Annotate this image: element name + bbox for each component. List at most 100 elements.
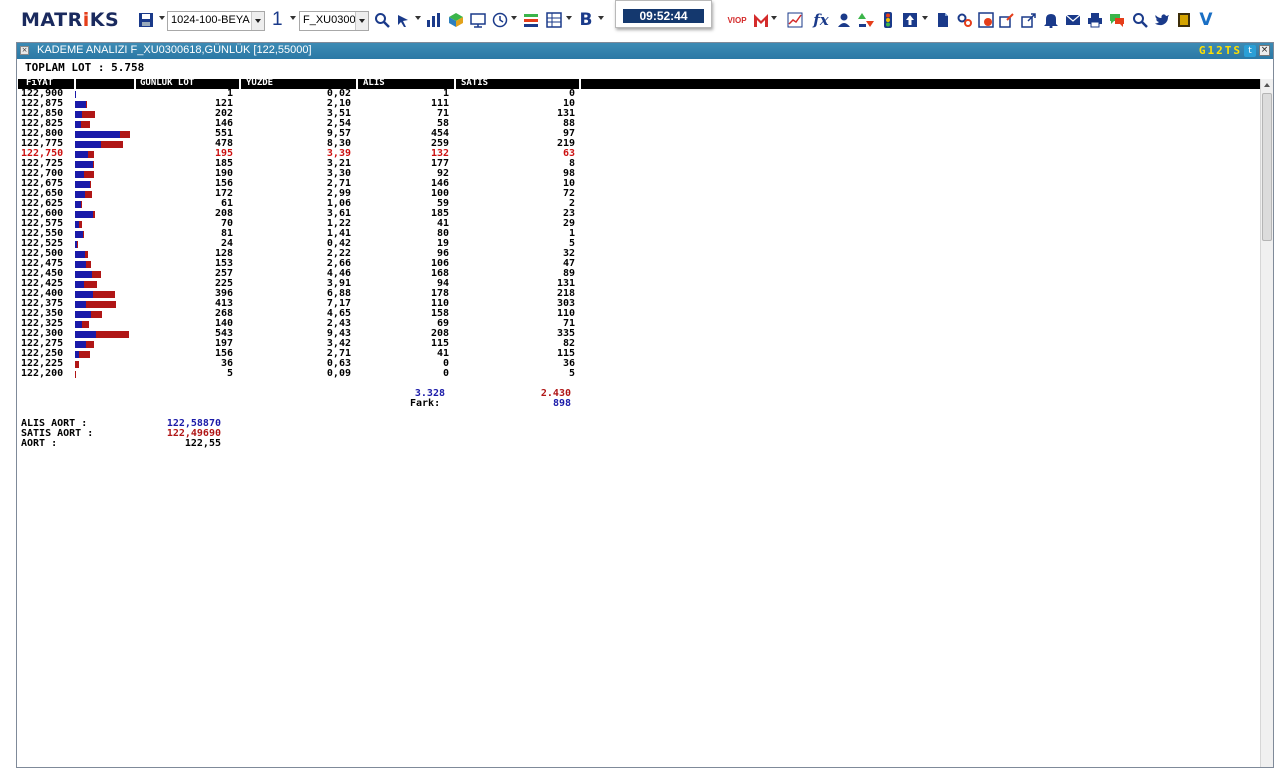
cube-icon[interactable] xyxy=(447,10,465,30)
table-row[interactable]: 122,200 5 0,09 0 5 xyxy=(17,369,597,379)
layout-select[interactable]: 1024-100-BEYA xyxy=(167,11,265,31)
table-row[interactable]: 122,750 195 3,39 132 63 xyxy=(17,149,597,159)
book-icon[interactable] xyxy=(1175,10,1193,30)
table-row[interactable]: 122,500 128 2,22 96 32 xyxy=(17,249,597,259)
buy-volume-bar xyxy=(75,111,82,118)
header-sell[interactable]: SATIS xyxy=(461,77,488,89)
table-row[interactable]: 122,850 202 3,51 71 131 xyxy=(17,109,597,119)
table-row[interactable]: 122,375 413 7,17 110 303 xyxy=(17,299,597,309)
sell-volume-bar xyxy=(93,211,95,218)
b-dropdown-arrow[interactable] xyxy=(598,16,604,20)
header-separator xyxy=(239,79,241,89)
table-row[interactable]: 122,575 70 1,22 41 29 xyxy=(17,219,597,229)
list-icon[interactable] xyxy=(522,10,540,30)
buy-volume-bar xyxy=(75,191,85,198)
monitor-icon[interactable] xyxy=(469,10,487,30)
page-number-label[interactable]: 1 xyxy=(272,9,283,31)
traffic-light-icon[interactable] xyxy=(879,10,897,30)
buy-volume-bar xyxy=(75,211,93,218)
window-twitter-icon[interactable]: t xyxy=(1244,45,1256,57)
cursor-icon[interactable] xyxy=(395,10,413,30)
scroll-thumb[interactable] xyxy=(1262,93,1272,241)
search-icon[interactable] xyxy=(1131,10,1149,30)
twitter-icon[interactable] xyxy=(1153,10,1171,30)
table-row[interactable]: 122,775 478 8,30 259 219 xyxy=(17,139,597,149)
alarm-edit-icon[interactable] xyxy=(977,10,995,30)
zoom-icon[interactable] xyxy=(373,10,391,30)
upload-icon[interactable] xyxy=(901,10,919,30)
up-down-icon[interactable] xyxy=(857,10,875,30)
table-row[interactable]: 122,725 185 3,21 177 8 xyxy=(17,159,597,169)
window-edit-icon[interactable] xyxy=(998,10,1016,30)
table-row[interactable]: 122,400 396 6,88 178 218 xyxy=(17,289,597,299)
mail-icon[interactable] xyxy=(1064,10,1082,30)
window-menu-icon[interactable]: × xyxy=(20,46,29,55)
table-row[interactable]: 122,300 543 9,43 208 335 xyxy=(17,329,597,339)
clock-dropdown-arrow[interactable] xyxy=(511,16,517,20)
table-icon[interactable] xyxy=(545,10,563,30)
table-row[interactable]: 122,475 153 2,66 106 47 xyxy=(17,259,597,269)
buy-volume-bar xyxy=(75,181,90,188)
window-tags[interactable]: G12TS xyxy=(1199,44,1242,57)
header-separator xyxy=(356,79,358,89)
gears-icon[interactable] xyxy=(956,10,974,30)
table-row[interactable]: 122,825 146 2,54 58 88 xyxy=(17,119,597,129)
table-row[interactable]: 122,425 225 3,91 94 131 xyxy=(17,279,597,289)
vertical-scrollbar[interactable] xyxy=(1260,79,1273,767)
sell-volume-bar xyxy=(88,151,94,158)
sell-volume-bar xyxy=(93,291,115,298)
cursor-dropdown-arrow[interactable] xyxy=(415,16,421,20)
buy-volume-bar xyxy=(75,301,86,308)
print-icon[interactable] xyxy=(1086,10,1104,30)
line-chart-icon[interactable] xyxy=(786,10,804,30)
row-buy: 0 xyxy=(442,368,449,379)
buy-volume-bar xyxy=(75,321,82,328)
table-row[interactable]: 122,250 156 2,71 41 115 xyxy=(17,349,597,359)
average-value: 122,55 xyxy=(184,438,221,449)
upload-dropdown-arrow[interactable] xyxy=(922,16,928,20)
b-icon[interactable]: B xyxy=(577,10,595,30)
m-logo-icon[interactable] xyxy=(752,10,770,30)
table-row[interactable]: 122,675 156 2,71 146 10 xyxy=(17,179,597,189)
user-icon[interactable] xyxy=(835,10,853,30)
header-buy[interactable]: ALIS xyxy=(363,77,385,89)
table-row[interactable]: 122,875 121 2,10 111 10 xyxy=(17,99,597,109)
chat-icon[interactable] xyxy=(1108,10,1126,30)
fx-icon[interactable]: fx xyxy=(812,10,830,30)
header-lot[interactable]: GUNLUK LOT xyxy=(140,77,194,89)
save-icon[interactable] xyxy=(137,10,155,30)
table-row[interactable]: 122,350 268 4,65 158 110 xyxy=(17,309,597,319)
expand-icon[interactable] xyxy=(1020,10,1038,30)
table-row[interactable]: 122,700 190 3,30 92 98 xyxy=(17,169,597,179)
bell-icon[interactable] xyxy=(1042,10,1060,30)
symbol-select[interactable]: F_XU0300 xyxy=(299,11,369,31)
table-row[interactable]: 122,225 36 0,63 0 36 xyxy=(17,359,597,369)
buy-volume-bar xyxy=(75,161,93,168)
table-row[interactable]: 122,800 551 9,57 454 97 xyxy=(17,129,597,139)
table-row[interactable]: 122,450 257 4,46 168 89 xyxy=(17,269,597,279)
save-dropdown-arrow[interactable] xyxy=(159,16,165,20)
window-titlebar[interactable]: × KADEME ANALIZI F_XU0300618,GÜNLÜK [122… xyxy=(17,43,1273,59)
document-icon[interactable] xyxy=(934,10,952,30)
bar-chart-icon[interactable] xyxy=(425,10,443,30)
table-row[interactable]: 122,600 208 3,61 185 23 xyxy=(17,209,597,219)
table-row[interactable]: 122,275 197 3,42 115 82 xyxy=(17,339,597,349)
page-number-dropdown-arrow[interactable] xyxy=(290,16,296,20)
close-icon[interactable]: × xyxy=(1259,45,1270,56)
m-dropdown-arrow[interactable] xyxy=(771,16,777,20)
header-pct[interactable]: YUZDE xyxy=(246,77,273,89)
viop-icon[interactable]: VIOP xyxy=(727,10,747,30)
window-title: KADEME ANALIZI F_XU0300618,GÜNLÜK [122,5… xyxy=(37,44,312,56)
table-row[interactable]: 122,625 61 1,06 59 2 xyxy=(17,199,597,209)
table-dropdown-arrow[interactable] xyxy=(566,16,572,20)
table-row[interactable]: 122,650 172 2,99 100 72 xyxy=(17,189,597,199)
difference-value: 898 xyxy=(552,398,571,409)
table-row[interactable]: 122,325 140 2,43 69 71 xyxy=(17,319,597,329)
scroll-up-arrow[interactable] xyxy=(1261,79,1273,92)
sell-volume-bar xyxy=(86,261,91,268)
v-icon[interactable]: V xyxy=(1197,10,1215,30)
table-row[interactable]: 122,550 81 1,41 80 1 xyxy=(17,229,597,239)
clock-icon[interactable] xyxy=(491,10,509,30)
table-row[interactable]: 122,525 24 0,42 19 5 xyxy=(17,239,597,249)
table-row[interactable]: 122,900 1 0,02 1 0 xyxy=(17,89,597,99)
